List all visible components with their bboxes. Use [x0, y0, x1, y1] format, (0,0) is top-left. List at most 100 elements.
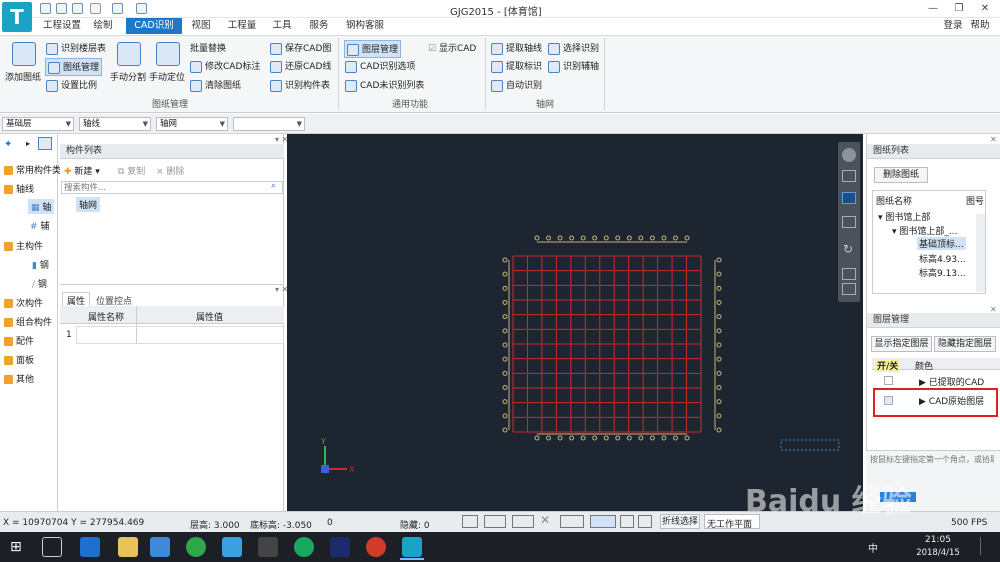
grid-snap-icon[interactable]	[620, 515, 634, 528]
menu-tools[interactable]: 工具	[268, 18, 296, 34]
nav-axis[interactable]: 轴线	[4, 182, 34, 195]
dimension-icon[interactable]	[590, 515, 616, 528]
display-icon[interactable]	[638, 515, 652, 528]
set-scale-button[interactable]: 设置比例	[46, 78, 97, 92]
scrollbar[interactable]	[976, 214, 985, 292]
options-icon[interactable]	[136, 3, 147, 14]
nav-panels[interactable]: 面板	[4, 353, 34, 366]
clock-date[interactable]: 2018/4/15	[912, 548, 964, 558]
tree-node-foundation-top[interactable]: 基础顶标...	[917, 237, 966, 250]
nav-main-components[interactable]: 主构件	[4, 239, 43, 252]
app-icon[interactable]	[222, 537, 242, 557]
auto-recognize-button[interactable]: 自动识别	[491, 78, 542, 92]
store-icon[interactable]	[150, 537, 170, 557]
cad-recognition-options-button[interactable]: CAD识别选项	[345, 59, 415, 73]
copy-component-button[interactable]: ⧉ 复制	[118, 164, 145, 177]
layer-toggle-checkbox[interactable]	[884, 376, 893, 385]
save-icon[interactable]	[72, 3, 83, 14]
close-icon[interactable]: ✕	[990, 305, 997, 314]
qq-icon[interactable]	[366, 537, 386, 557]
show-desktop-button[interactable]	[980, 537, 994, 555]
cross-icon[interactable]: ✕	[540, 513, 550, 527]
open-file-icon[interactable]	[56, 3, 67, 14]
browser-icon[interactable]	[294, 537, 314, 557]
menu-view[interactable]: 视图	[186, 18, 216, 34]
photoshop-icon[interactable]	[330, 537, 350, 557]
windows-start-icon[interactable]: ⊞	[10, 539, 22, 555]
recognize-component-table-button[interactable]: 识别构件表	[270, 78, 330, 92]
view-side-icon[interactable]	[842, 216, 856, 228]
view-top-icon[interactable]	[842, 170, 856, 182]
gjg-taskbar-icon[interactable]	[402, 537, 422, 557]
save-cad-button[interactable]: 保存CAD图	[270, 41, 331, 55]
nav-steel-1[interactable]: ▮ 钢	[32, 258, 49, 271]
tree-node-elev-913[interactable]: 标高9.13...	[919, 266, 966, 279]
manual-locate-button[interactable]: 手动定位	[149, 70, 185, 83]
tree-node-library-upper-sub[interactable]: ▾ 图书馆上部_...	[892, 224, 957, 237]
component-search-input[interactable]	[61, 181, 283, 194]
floor-select[interactable]: 基础层 ▼	[2, 117, 74, 131]
select-recognize-button[interactable]: 选择识别	[548, 41, 599, 55]
clear-drawing-button[interactable]: 清除图纸	[190, 78, 241, 92]
nav-common[interactable]: 常用构件类	[4, 163, 61, 176]
view-front-icon[interactable]	[842, 192, 856, 204]
view-toggle-icon[interactable]	[38, 137, 52, 150]
restore-cad-line-button[interactable]: 还原CAD线	[270, 59, 331, 73]
nav-composite[interactable]: 组合构件	[4, 315, 52, 328]
snap-rect-icon[interactable]	[484, 515, 506, 528]
nav-secondary[interactable]: 次构件	[4, 296, 43, 309]
task-view-icon[interactable]	[42, 537, 62, 557]
video-editor-icon[interactable]	[258, 537, 278, 557]
close-icon[interactable]: ✕	[990, 135, 997, 144]
restore-icon[interactable]: ❐	[946, 0, 972, 18]
rotate-icon[interactable]: ↻	[843, 242, 853, 256]
polyline-select-button[interactable]: 折线选择	[660, 514, 700, 529]
drawing-management-button[interactable]: 图纸管理	[45, 58, 103, 76]
nav-aux-axis[interactable]: # 辅	[30, 219, 49, 232]
pin-icon[interactable]: ✦	[4, 139, 12, 150]
help-menu[interactable]: 帮助	[966, 18, 994, 34]
props-row[interactable]	[76, 326, 284, 344]
login-link[interactable]: 登录	[940, 18, 966, 34]
category-select[interactable]: 轴线 ▼	[79, 117, 151, 131]
nav-fittings[interactable]: 配件	[4, 334, 34, 347]
undo-icon[interactable]	[90, 3, 101, 14]
menu-steel-support[interactable]: 钢构客服	[342, 18, 388, 34]
menu-project-settings[interactable]: 工程设置	[40, 18, 84, 34]
layer-row-extracted-cad[interactable]: ▶ 已提取的CAD	[919, 375, 984, 388]
orbit-icon[interactable]	[842, 148, 856, 162]
cad-drawing[interactable]: Y X	[287, 134, 863, 511]
menu-service[interactable]: 服务	[304, 18, 334, 34]
clock-time[interactable]: 21:05	[918, 535, 958, 545]
menu-draw[interactable]: 绘制	[86, 18, 120, 34]
delete-component-button[interactable]: ⨯ 删除	[156, 164, 184, 177]
minimize-icon[interactable]: —	[920, 0, 946, 18]
grid-display-icon[interactable]	[842, 283, 856, 295]
snap-3d-icon[interactable]	[512, 515, 534, 528]
chrome-icon[interactable]	[186, 537, 206, 557]
recognize-floor-table-button[interactable]: 识别楼层表	[46, 41, 106, 55]
tree-node-elev-493[interactable]: 标高4.93...	[919, 252, 966, 265]
cad-unrecognized-list-button[interactable]: CAD未识别列表	[345, 78, 424, 92]
menu-cad-recognition[interactable]: CAD识别	[126, 18, 182, 34]
search-icon[interactable]: ⌕	[271, 181, 276, 191]
new-file-icon[interactable]	[40, 3, 51, 14]
modify-cad-annotation-button[interactable]: 修改CAD标注	[190, 59, 260, 73]
new-component-button[interactable]: ✚ 新建 ▾	[64, 164, 100, 177]
app-logo[interactable]: T	[2, 2, 32, 32]
angle-icon[interactable]	[560, 515, 584, 528]
show-cad-checkbox[interactable]: ☑ 显示CAD	[428, 41, 476, 54]
add-drawing-button[interactable]: 添加图纸	[5, 70, 41, 83]
extract-axis-button[interactable]: 提取轴线	[491, 41, 542, 55]
recognize-aux-axis-button[interactable]: 识别辅轴	[548, 59, 599, 73]
show-specified-layer-button[interactable]: 显示指定图层	[871, 336, 932, 352]
manual-split-button[interactable]: 手动分割	[110, 70, 146, 83]
layer-management-button[interactable]: 图层管理	[344, 40, 402, 58]
nav-steel-2[interactable]: ⧸ 钢	[32, 277, 47, 290]
explorer-icon[interactable]	[118, 537, 138, 557]
hide-specified-layer-button[interactable]: 隐藏指定图层	[934, 336, 996, 352]
close-icon[interactable]: ✕	[972, 0, 998, 18]
nav-other[interactable]: 其他	[4, 372, 34, 385]
menu-quantity[interactable]: 工程量	[224, 18, 260, 34]
extract-label-button[interactable]: 提取标识	[491, 59, 542, 73]
